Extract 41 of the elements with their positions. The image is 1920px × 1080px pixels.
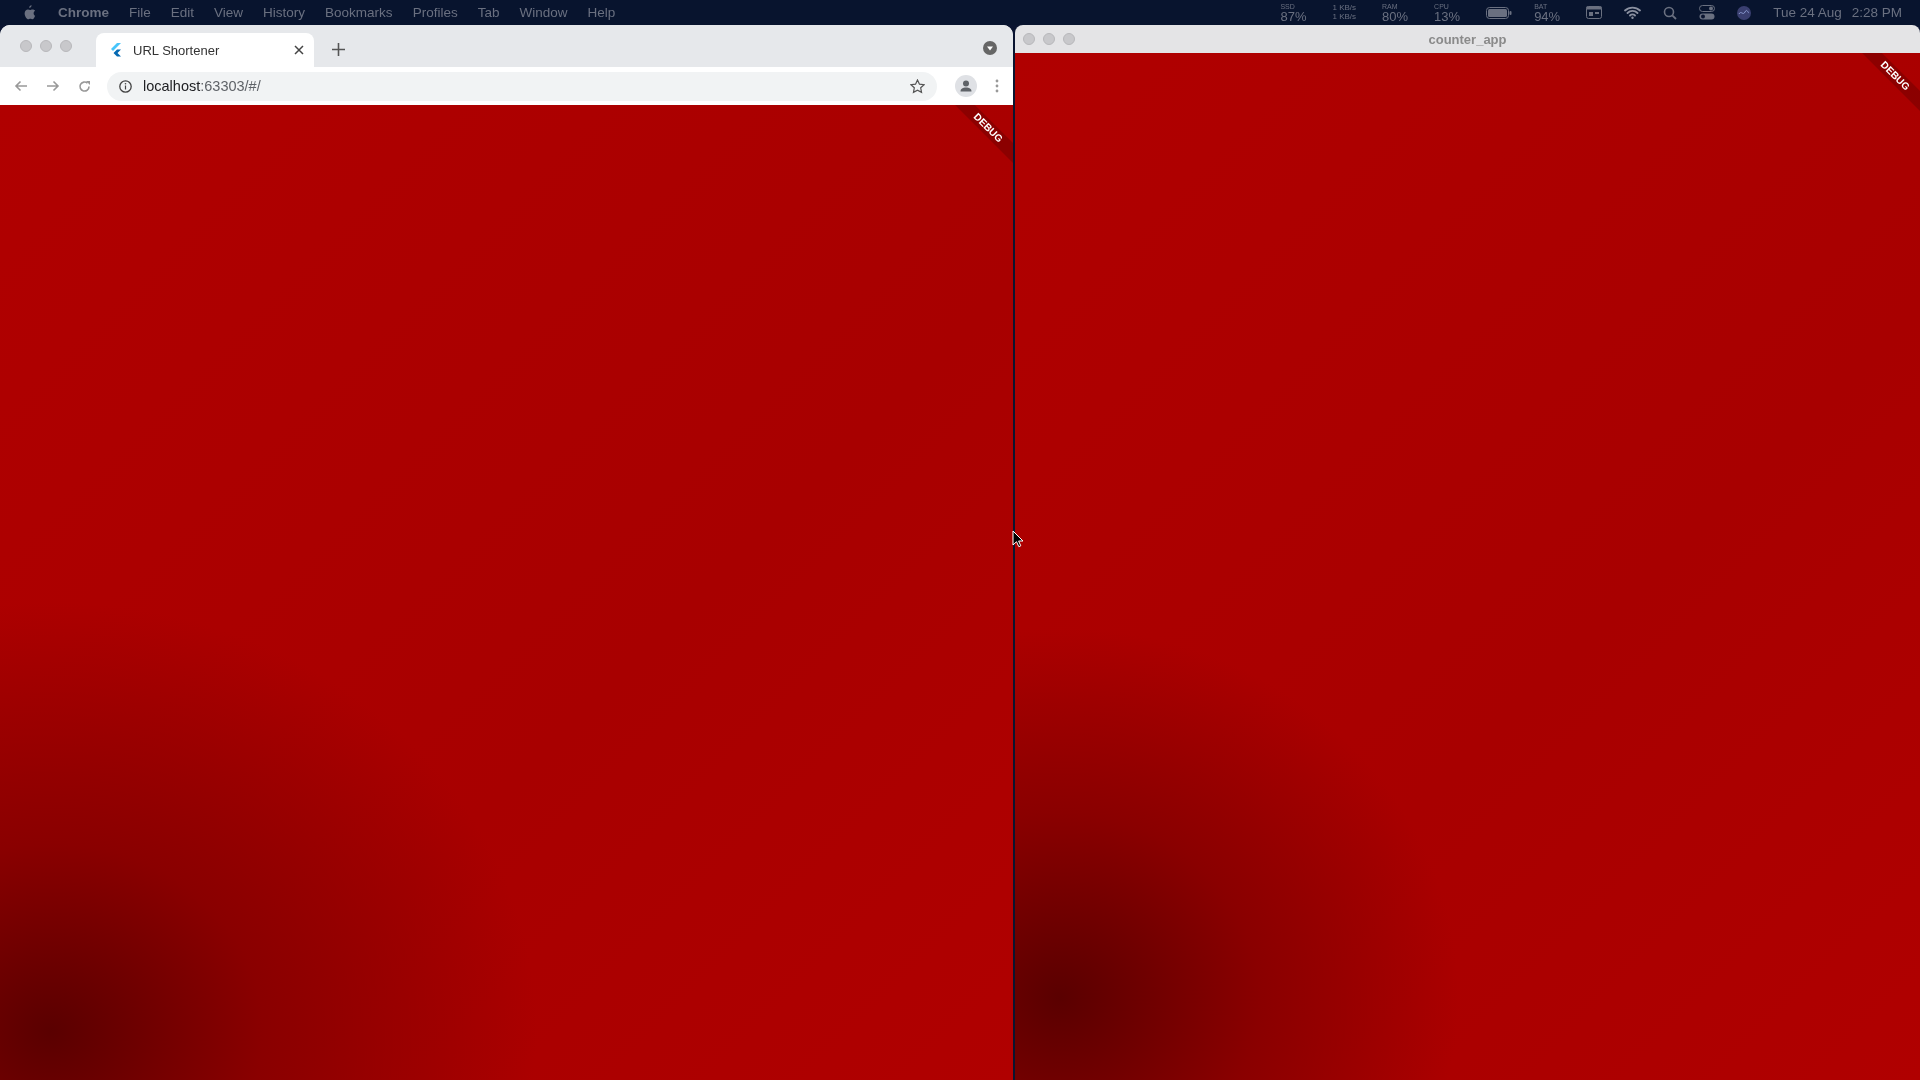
menu-item[interactable]: Help <box>587 5 616 20</box>
calendar-icon[interactable] <box>1586 6 1603 19</box>
window-title: counter_app <box>1427 31 1508 47</box>
toggle-switches-icon[interactable] <box>1699 5 1716 20</box>
apple-icon[interactable] <box>22 4 36 21</box>
menu-item[interactable]: View <box>214 5 244 20</box>
menu-item[interactable]: Profiles <box>412 5 458 20</box>
menu-item[interactable]: Window <box>519 5 568 20</box>
reload-icon[interactable] <box>78 79 91 93</box>
menu-date[interactable]: Tue 24 Aug <box>1773 5 1842 20</box>
menu-item[interactable]: Bookmarks <box>325 5 393 20</box>
stat-value: 13% <box>1434 9 1461 23</box>
forward-icon[interactable] <box>46 80 60 92</box>
search-icon[interactable] <box>1663 5 1678 20</box>
close-tab-icon[interactable] <box>294 45 304 55</box>
menu-item[interactable]: File <box>129 5 151 20</box>
app-menu[interactable]: Chrome <box>58 5 109 20</box>
profile-icon[interactable] <box>955 75 977 97</box>
battery-icon[interactable] <box>1486 6 1513 19</box>
info-icon[interactable] <box>119 79 132 93</box>
menu-time[interactable]: 2:28 PM <box>1851 5 1902 20</box>
orb-icon[interactable] <box>1737 5 1752 20</box>
new-tab-icon[interactable] <box>332 42 345 56</box>
tab-search-icon[interactable] <box>983 41 997 55</box>
url-text: localhost:63303/#/ <box>143 78 261 94</box>
mouse-pointer-icon <box>1012 530 1024 548</box>
back-icon[interactable] <box>14 80 28 92</box>
more-menu-icon[interactable] <box>995 79 999 93</box>
address-bar[interactable]: localhost:63303/#/ <box>107 71 937 101</box>
stat-value: 80% <box>1382 9 1409 23</box>
flutter-logo-icon <box>110 43 121 57</box>
wifi-icon[interactable] <box>1624 6 1642 19</box>
stat-value: 87% <box>1280 9 1307 23</box>
browser-tab[interactable]: URL Shortener <box>96 33 314 67</box>
menu-item[interactable]: History <box>263 5 306 20</box>
network-rate: 1 KB/s <box>1332 4 1357 12</box>
stat-value: 94% <box>1534 9 1561 23</box>
menu-item[interactable]: Tab <box>477 5 500 20</box>
menu-item[interactable]: Edit <box>170 5 195 20</box>
network-rate: 1 KB/s <box>1332 13 1357 21</box>
star-icon[interactable] <box>910 78 925 94</box>
